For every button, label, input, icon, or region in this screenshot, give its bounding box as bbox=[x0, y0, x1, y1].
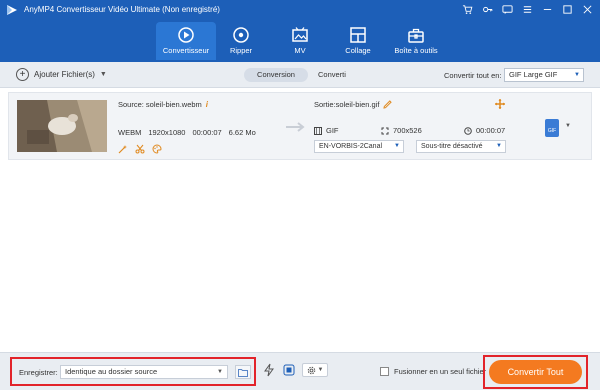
toolbox-icon bbox=[408, 28, 424, 43]
source-duration: 00:00:07 bbox=[192, 128, 222, 137]
tab-label: Boîte à outils bbox=[394, 46, 438, 55]
convert-all-format-select[interactable]: GIF Large GIF ▼ bbox=[504, 68, 584, 82]
collage-icon bbox=[350, 27, 366, 43]
bottom-bar: Enregistrer: Identique au dossier source… bbox=[0, 352, 600, 390]
badge-format-label: GIF bbox=[547, 128, 557, 134]
tab-conversion[interactable]: Conversion bbox=[244, 68, 308, 82]
resize-icon bbox=[381, 127, 389, 134]
chevron-down-icon: ▼ bbox=[394, 143, 400, 149]
merge-option[interactable]: Fusionner en un seul fichier bbox=[380, 367, 486, 376]
output-duration: 00:00:07 bbox=[476, 126, 506, 135]
tab-collage[interactable]: Collage bbox=[328, 22, 388, 60]
tab-label: Collage bbox=[345, 46, 371, 55]
arrow-right-icon bbox=[286, 122, 305, 132]
add-files-button[interactable]: + Ajouter Fichier(s) ▼ bbox=[16, 68, 107, 81]
save-location-group: Enregistrer: Identique au dossier source… bbox=[10, 357, 256, 386]
output-meta: GIF 700x526 00:00:07 bbox=[314, 126, 514, 138]
tab-label: Ripper bbox=[229, 46, 253, 55]
output-format: GIF bbox=[326, 126, 339, 135]
edit-tools bbox=[118, 144, 162, 154]
source-resolution: 1920x1080 bbox=[148, 128, 186, 137]
audio-track-select[interactable]: EN-VORBIS-2Canal ▼ bbox=[314, 140, 404, 153]
save-label: Enregistrer: bbox=[19, 368, 58, 377]
add-output-icon[interactable] bbox=[495, 99, 505, 109]
cart-icon[interactable] bbox=[461, 3, 474, 16]
tab-ripper[interactable]: Ripper bbox=[211, 22, 271, 60]
subtitle-value: Sous-titre désactivé bbox=[421, 143, 483, 150]
convert-all-label: Convertir tout en: bbox=[444, 71, 502, 80]
open-folder-button[interactable] bbox=[235, 365, 251, 379]
chevron-down-icon: ▼ bbox=[574, 72, 580, 78]
convert-all-group: Convertir Tout bbox=[483, 355, 588, 389]
info-icon[interactable]: i bbox=[206, 100, 208, 109]
tab-converti[interactable]: Converti bbox=[308, 68, 352, 82]
chevron-down-icon[interactable]: ▼ bbox=[565, 123, 571, 129]
gpu-icon[interactable] bbox=[282, 363, 296, 377]
output-filename: Sortie:soleil-bien.gif bbox=[314, 100, 380, 109]
mv-icon bbox=[292, 27, 308, 42]
clock-icon bbox=[464, 126, 472, 135]
chevron-down-icon[interactable]: ▼ bbox=[100, 71, 107, 78]
plus-icon: + bbox=[16, 68, 29, 81]
merge-checkbox[interactable] bbox=[380, 367, 389, 376]
tab-label: Convertisseur bbox=[162, 46, 210, 55]
tab-boite-a-outils[interactable]: Boîte à outils bbox=[386, 22, 446, 60]
merge-label: Fusionner en un seul fichier bbox=[394, 367, 487, 376]
window-controls bbox=[461, 3, 594, 16]
menu-icon[interactable] bbox=[521, 3, 534, 16]
film-icon bbox=[314, 126, 322, 135]
chevron-down-icon: ▼ bbox=[317, 367, 324, 373]
chevron-down-icon: ▼ bbox=[496, 143, 502, 149]
convert-icon bbox=[178, 27, 194, 43]
settings-button[interactable]: ▼ bbox=[302, 363, 328, 377]
disc-icon bbox=[233, 27, 249, 43]
pencil-icon[interactable] bbox=[383, 100, 393, 109]
palette-icon[interactable] bbox=[152, 144, 162, 154]
file-item: Source: soleil-bien.webm i WEBM 1920x108… bbox=[8, 92, 592, 160]
add-files-label: Ajouter Fichier(s) bbox=[34, 70, 95, 79]
folder-icon bbox=[238, 368, 248, 377]
output-info: Sortie:soleil-bien.gif bbox=[314, 100, 393, 109]
convert-all-button[interactable]: Convertir Tout bbox=[489, 360, 582, 384]
close-icon[interactable] bbox=[581, 3, 594, 16]
app-title: AnyMP4 Convertisseur Vidéo Ultimate (Non… bbox=[24, 5, 220, 14]
toolbar: + Ajouter Fichier(s) ▼ Conversion Conver… bbox=[0, 62, 600, 88]
source-filename: Source: soleil-bien.webm bbox=[118, 100, 202, 109]
tab-mv[interactable]: MV bbox=[270, 22, 330, 60]
gear-icon bbox=[307, 366, 315, 374]
source-info: Source: soleil-bien.webm i bbox=[118, 100, 208, 109]
minimize-icon[interactable] bbox=[541, 3, 554, 16]
app-header: AnyMP4 Convertisseur Vidéo Ultimate (Non… bbox=[0, 0, 600, 62]
video-thumbnail[interactable] bbox=[17, 100, 107, 152]
hardware-acceleration-icon[interactable] bbox=[262, 363, 276, 377]
maximize-icon[interactable] bbox=[561, 3, 574, 16]
output-duration-group: 00:00:07 bbox=[464, 126, 505, 135]
save-path-value: Identique au dossier source bbox=[65, 367, 158, 376]
convert-all-format-value: GIF Large GIF bbox=[509, 70, 558, 79]
source-size: 6.62 Mo bbox=[228, 128, 256, 137]
output-resolution: 700x526 bbox=[393, 126, 422, 135]
source-format: WEBM bbox=[118, 128, 142, 137]
chat-icon[interactable] bbox=[501, 3, 514, 16]
audio-track-value: EN-VORBIS-2Canal bbox=[319, 143, 383, 150]
tab-convertisseur[interactable]: Convertisseur bbox=[156, 22, 216, 60]
chevron-down-icon: ▼ bbox=[217, 369, 223, 375]
output-resolution-group: 700x526 bbox=[381, 126, 422, 135]
output-format-group: GIF bbox=[314, 126, 339, 135]
scissors-icon[interactable] bbox=[135, 144, 145, 154]
tab-label: MV bbox=[294, 46, 306, 55]
subtitle-select[interactable]: Sous-titre désactivé ▼ bbox=[416, 140, 506, 153]
key-icon[interactable] bbox=[481, 3, 494, 16]
magic-wand-icon[interactable] bbox=[118, 144, 128, 154]
save-path-select[interactable]: Identique au dossier source ▼ bbox=[60, 365, 228, 379]
source-meta: WEBM 1920x1080 00:00:07 6.62 Mo bbox=[118, 128, 256, 137]
title-bar: AnyMP4 Convertisseur Vidéo Ultimate (Non… bbox=[0, 0, 600, 20]
app-logo-icon bbox=[7, 5, 17, 15]
output-format-badge[interactable]: GIF bbox=[545, 119, 559, 137]
main-nav: Convertisseur Ripper MV Collage Boîte à … bbox=[0, 20, 600, 62]
